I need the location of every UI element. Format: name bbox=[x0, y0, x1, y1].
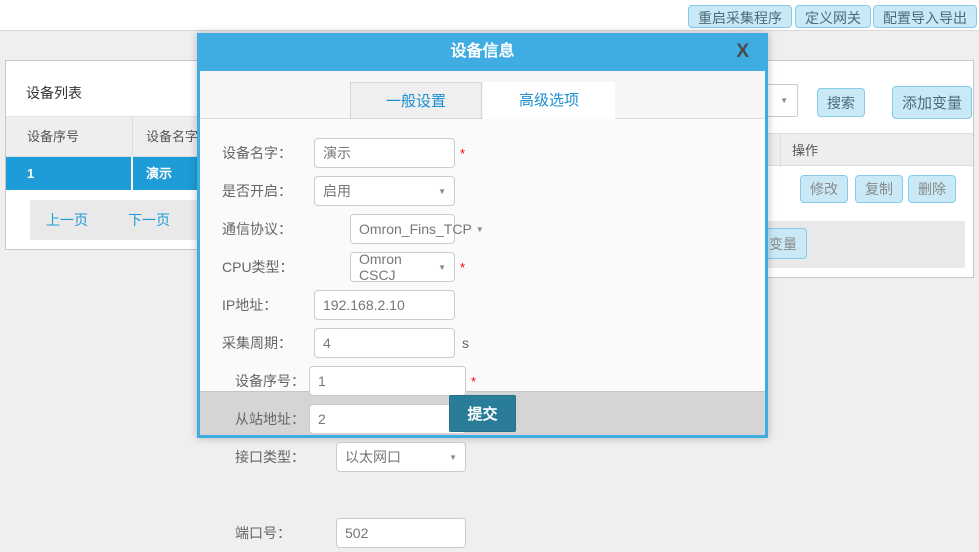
form-row-interface-type: 接口类型： 以太网口 ▼ bbox=[235, 438, 505, 476]
form-row-ip-address: IP地址： bbox=[222, 286, 484, 324]
modal-header: 设备信息 X bbox=[200, 33, 765, 71]
slave-address-input[interactable] bbox=[309, 404, 466, 434]
close-icon[interactable]: X bbox=[736, 33, 749, 71]
add-variable-button[interactable]: 添加变量 bbox=[892, 86, 972, 119]
modal-title: 设备信息 bbox=[450, 43, 514, 60]
device-serial-label: 设备序号： bbox=[235, 371, 309, 391]
device-name-label: 设备名字： bbox=[222, 143, 314, 163]
required-asterisk: * bbox=[460, 146, 465, 161]
ip-address-input[interactable] bbox=[314, 290, 455, 320]
form-row-spacer bbox=[235, 476, 505, 514]
enabled-select-value: 启用 bbox=[323, 181, 351, 201]
define-gateway-button[interactable]: 定义网关 bbox=[795, 5, 871, 28]
port-label: 端口号： bbox=[235, 523, 309, 543]
chevron-down-icon: ▼ bbox=[449, 453, 457, 462]
protocol-select[interactable]: Omron_Fins_TCP ▼ bbox=[350, 214, 455, 244]
slave-address-label: 从站地址： bbox=[235, 409, 309, 429]
interface-type-select[interactable]: 以太网口 ▼ bbox=[336, 442, 466, 472]
prev-page-link[interactable]: 上一页 bbox=[46, 210, 88, 230]
chevron-down-icon: ▼ bbox=[438, 187, 446, 196]
collect-period-label: 采集周期： bbox=[222, 333, 314, 353]
copy-button[interactable]: 复制 bbox=[855, 175, 903, 203]
column-header-operation: 操作 bbox=[792, 134, 818, 167]
tab-advanced-options[interactable]: 高级选项 bbox=[483, 82, 615, 119]
form-row-port: 端口号： bbox=[235, 514, 505, 552]
page: { "colors": { "accent_blue": "#3face2", … bbox=[0, 0, 979, 441]
restart-collector-button[interactable]: 重启采集程序 bbox=[688, 5, 792, 28]
ip-address-label: IP地址： bbox=[222, 295, 314, 315]
device-serial-input[interactable] bbox=[309, 366, 466, 396]
protocol-label: 通信协议： bbox=[222, 219, 314, 239]
required-asterisk: * bbox=[471, 374, 476, 389]
interface-type-label: 接口类型： bbox=[235, 447, 309, 467]
protocol-select-value: Omron_Fins_TCP bbox=[359, 221, 472, 237]
cpu-type-select-value: Omron CSCJ bbox=[359, 251, 434, 283]
next-page-link[interactable]: 下一页 bbox=[128, 210, 170, 230]
form-row-enabled: 是否开启： 启用 ▼ bbox=[222, 172, 484, 210]
modify-button[interactable]: 修改 bbox=[800, 175, 848, 203]
chevron-down-icon: ▼ bbox=[476, 225, 484, 234]
port-input[interactable] bbox=[336, 518, 466, 548]
collect-period-unit: s bbox=[462, 335, 469, 351]
delete-button[interactable]: 删除 bbox=[908, 175, 956, 203]
device-name-input[interactable] bbox=[314, 138, 455, 168]
collect-period-input[interactable] bbox=[314, 328, 455, 358]
form-row-device-name: 设备名字： * bbox=[222, 134, 484, 172]
submit-button[interactable]: 提交 bbox=[449, 395, 515, 432]
column-header-device-serial: 设备序号 bbox=[6, 117, 133, 156]
config-import-export-button[interactable]: 配置导入导出 bbox=[873, 5, 977, 28]
device-info-modal: 设备信息 X 一般设置 高级选项 设备名字： * 是否开启： 启用 ▼ 通信协议… bbox=[197, 33, 768, 438]
modal-tab-bar: 一般设置 高级选项 bbox=[200, 71, 765, 119]
device-serial-cell: 1 bbox=[6, 157, 133, 190]
modal-body: 设备名字： * 是否开启： 启用 ▼ 通信协议： Omron_Fins_TCP … bbox=[200, 119, 765, 391]
form-row-protocol: 通信协议： Omron_Fins_TCP ▼ bbox=[222, 210, 484, 248]
enabled-label: 是否开启： bbox=[222, 181, 314, 201]
chevron-down-icon: ▼ bbox=[780, 96, 788, 105]
form-row-cpu-type: CPU类型： Omron CSCJ ▼ * bbox=[222, 248, 484, 286]
search-button[interactable]: 搜索 bbox=[817, 88, 865, 117]
top-toolbar: 重启采集程序 定义网关 配置导入导出 bbox=[0, 0, 979, 31]
chevron-down-icon: ▼ bbox=[438, 263, 446, 272]
tab-general-settings[interactable]: 一般设置 bbox=[350, 82, 482, 119]
enabled-select[interactable]: 启用 ▼ bbox=[314, 176, 455, 206]
cpu-type-select[interactable]: Omron CSCJ ▼ bbox=[350, 252, 455, 282]
required-asterisk: * bbox=[460, 260, 465, 275]
form-row-collect-period: 采集周期： s bbox=[222, 324, 484, 362]
interface-type-select-value: 以太网口 bbox=[345, 447, 401, 467]
cpu-type-label: CPU类型： bbox=[222, 257, 314, 277]
